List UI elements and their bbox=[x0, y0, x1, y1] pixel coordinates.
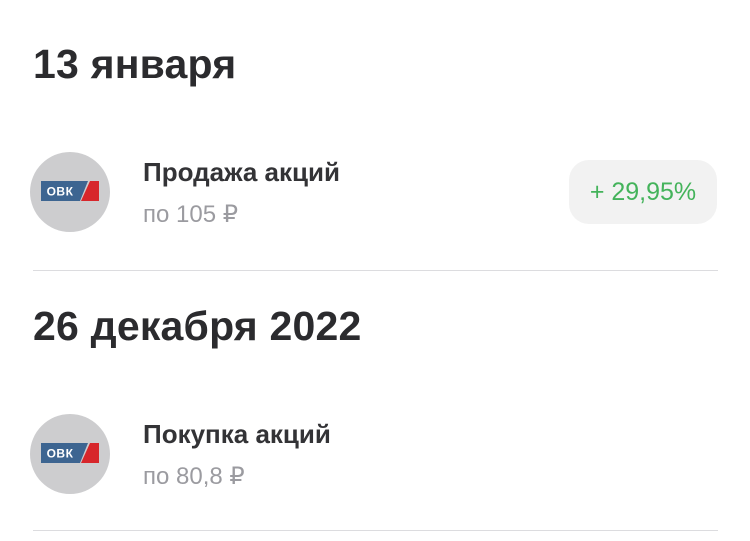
logo-text: ОВК bbox=[47, 447, 74, 461]
change-badge: + 29,95% bbox=[569, 160, 717, 224]
logo-text: ОВК bbox=[47, 185, 74, 199]
operation-row-purchase[interactable]: ОВК Покупка акций по 80,8 ₽ bbox=[0, 412, 750, 496]
divider bbox=[33, 530, 718, 531]
operation-price: по 80,8 ₽ bbox=[143, 463, 245, 490]
date-header: 26 декабря 2022 bbox=[33, 303, 362, 349]
operation-title: Покупка акций bbox=[143, 419, 331, 449]
avatar: ОВК bbox=[30, 414, 110, 494]
operation-title: Продажа акций bbox=[143, 157, 340, 187]
operation-row-sale[interactable]: ОВК Продажа акций по 105 ₽ + 29,95% bbox=[0, 150, 750, 234]
date-header: 13 января bbox=[33, 41, 237, 87]
avatar: ОВК bbox=[30, 152, 110, 232]
ovk-logo-icon: ОВК bbox=[41, 181, 99, 201]
ovk-logo-icon: ОВК bbox=[41, 443, 99, 463]
divider bbox=[33, 270, 718, 271]
operation-price: по 105 ₽ bbox=[143, 201, 238, 228]
